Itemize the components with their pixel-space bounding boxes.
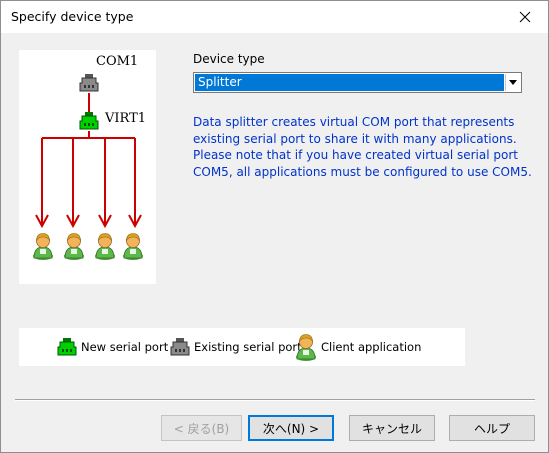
device-description: Data splitter creates virtual COM port t… xyxy=(193,114,533,180)
legend: New serial port Existing serial port Cli… xyxy=(19,328,465,366)
description-line: Please note that if you have created vir… xyxy=(193,148,518,162)
title-bar: Specify device type xyxy=(1,1,548,33)
window-title: Specify device type xyxy=(11,9,134,24)
arrow-3 xyxy=(98,138,112,229)
legend-client-label: Client application xyxy=(321,340,422,354)
legend-existing-port-label: Existing serial port xyxy=(194,340,302,354)
topology-diagram-graphic xyxy=(32,74,144,260)
client-application-icon xyxy=(32,233,54,260)
dialog-window: Specify device type COM1 VIRT1 Device ty… xyxy=(0,0,549,453)
arrow-1 xyxy=(35,138,49,229)
client-application-icon xyxy=(295,334,317,361)
device-type-select[interactable]: Splitter xyxy=(193,72,522,93)
client-application-icon xyxy=(94,233,116,260)
legend-existing-port: Existing serial port xyxy=(170,328,302,366)
dropdown-button[interactable] xyxy=(505,74,520,91)
description-line: Data splitter creates virtual COM port t… xyxy=(193,115,515,129)
help-button[interactable]: ヘルプ xyxy=(449,415,535,441)
new-serial-port-icon xyxy=(57,338,77,356)
back-button[interactable]: < 戻る(B) xyxy=(161,415,242,441)
cancel-button[interactable]: キャンセル xyxy=(349,415,435,441)
existing-serial-port-icon xyxy=(170,338,190,356)
footer-separator xyxy=(15,399,535,401)
virtual-port-label: VIRT1 xyxy=(105,111,147,126)
chevron-down-icon xyxy=(509,80,517,85)
new-serial-port-icon xyxy=(79,112,99,130)
arrow-4 xyxy=(128,138,142,229)
client-application-icon xyxy=(63,233,85,260)
arrow-2 xyxy=(66,138,80,229)
com-port-label: COM1 xyxy=(96,54,139,69)
legend-client: Client application xyxy=(295,328,421,366)
legend-new-port: New serial port xyxy=(57,328,168,366)
legend-new-port-label: New serial port xyxy=(81,340,169,354)
description-line: existing serial port to share it with ma… xyxy=(193,131,517,146)
device-type-selected-value[interactable]: Splitter xyxy=(195,74,504,91)
close-button[interactable] xyxy=(502,1,548,32)
next-button[interactable]: 次へ(N) > xyxy=(248,415,334,441)
description-line: COM5, all applications must be configure… xyxy=(193,164,532,179)
topology-diagram: COM1 VIRT1 xyxy=(19,50,156,284)
client-application-icon xyxy=(122,233,144,260)
close-icon xyxy=(519,11,531,22)
device-type-label: Device type xyxy=(193,52,265,66)
existing-serial-port-icon xyxy=(79,74,99,92)
